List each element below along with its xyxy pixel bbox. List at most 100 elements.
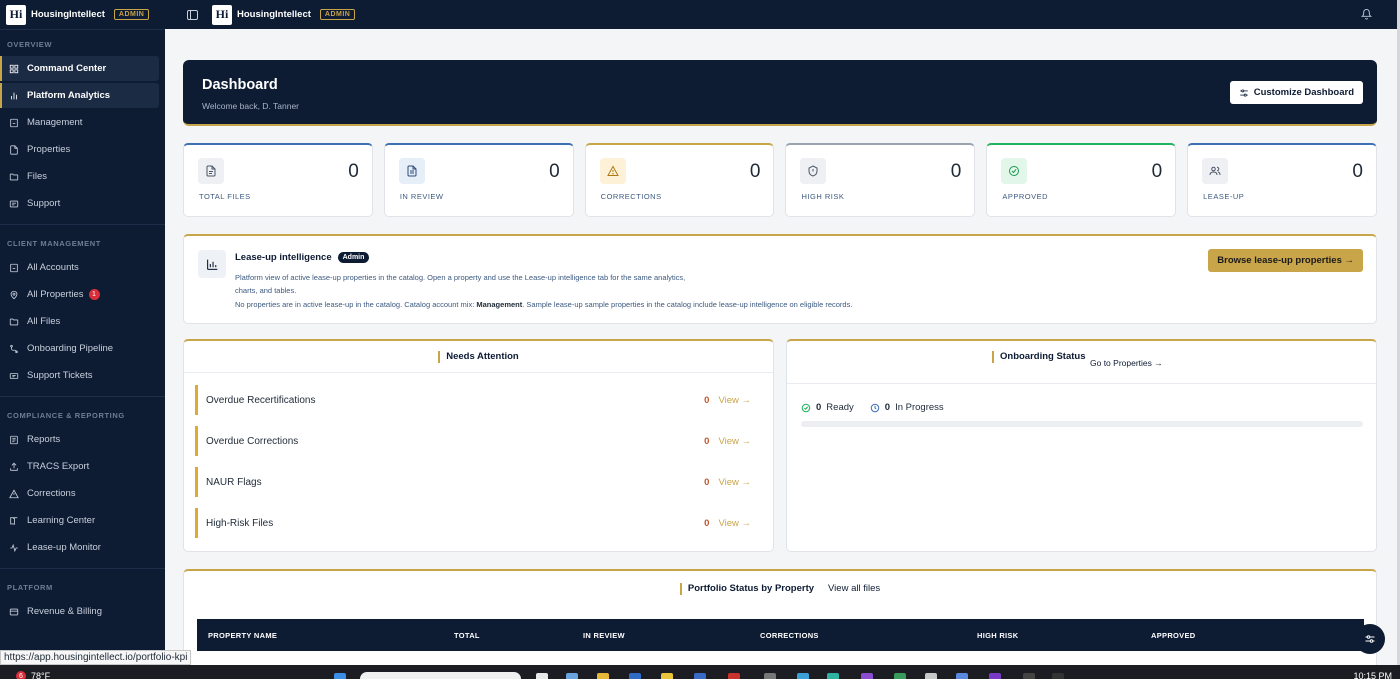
taskbar-clock[interactable]: 10:15 PM	[1353, 671, 1392, 679]
portfolio-status-panel: Portfolio Status by Property View all fi…	[183, 569, 1377, 665]
column-header[interactable]: IN REVIEW	[583, 631, 625, 640]
view-link[interactable]: View →	[718, 518, 751, 529]
page-title: Dashboard	[202, 77, 278, 93]
column-header[interactable]: CORRECTIONS	[760, 631, 819, 640]
topbar-brand[interactable]: Hi HousingIntellect ADMIN	[212, 4, 356, 25]
needs-attention-panel: Needs Attention Overdue Recertifications…	[183, 339, 774, 552]
sidebar-item-label: Learning Center	[27, 515, 96, 526]
view-link[interactable]: View →	[718, 395, 751, 406]
sidebar-section-title: OVERVIEW	[7, 40, 53, 49]
stat-card-lease-up[interactable]: 0 LEASE-UP	[1187, 143, 1377, 217]
sidebar-item-all-files[interactable]: All Files	[0, 309, 159, 334]
brand-name: HousingIntellect	[31, 9, 105, 20]
check-circle-icon	[801, 403, 811, 412]
stat-value: 0	[950, 161, 962, 182]
settings-fab[interactable]	[1355, 624, 1385, 654]
taskbar-search[interactable]	[360, 672, 521, 679]
sidebar-item-label: Platform Analytics	[27, 90, 111, 101]
sidebar-item-tracs-export[interactable]: TRACS Export	[0, 454, 159, 479]
sidebar-brand[interactable]: Hi HousingIntellect ADMIN	[0, 0, 165, 30]
sidebar-divider	[0, 224, 165, 225]
attention-row[interactable]: Overdue Corrections 0 View →	[195, 426, 764, 456]
sidebar-item-revenue-billing[interactable]: Revenue & Billing	[0, 599, 159, 624]
go-to-properties-link[interactable]: Go to Properties →	[1090, 358, 1163, 368]
attention-count: 0	[704, 435, 710, 447]
sidebar-toggle-icon[interactable]	[187, 9, 198, 20]
document-icon	[10, 144, 18, 155]
view-link[interactable]: View →	[718, 436, 751, 447]
sidebar-item-corrections[interactable]: Corrections	[0, 481, 159, 506]
app-icon[interactable]	[1052, 673, 1064, 679]
app-icon[interactable]	[797, 673, 809, 679]
sidebar-section-title: COMPLIANCE & REPORTING	[7, 411, 125, 420]
sidebar-item-learning-center[interactable]: Learning Center	[0, 508, 159, 533]
stat-card-total-files[interactable]: 0 TOTAL FILES	[183, 143, 373, 217]
ready-label: Ready	[826, 402, 854, 413]
attention-row[interactable]: Overdue Recertifications 0 View →	[195, 385, 764, 415]
sidebar-item-lease-up-monitor[interactable]: Lease-up Monitor	[0, 535, 159, 560]
sidebar-item-all-accounts[interactable]: All Accounts	[0, 255, 159, 280]
app-icon[interactable]	[989, 673, 1001, 679]
book-icon	[10, 516, 18, 525]
stat-card-approved[interactable]: 0 APPROVED	[986, 143, 1177, 217]
role-badge: ADMIN	[113, 9, 150, 20]
stat-card-corrections[interactable]: 0 CORRECTIONS	[584, 143, 775, 217]
app-icon[interactable]	[536, 673, 548, 679]
folder-icon[interactable]	[597, 673, 609, 679]
app-icon[interactable]	[925, 673, 937, 679]
sidebar-item-support[interactable]: Support	[0, 191, 159, 216]
stat-card-in-review[interactable]: 0 IN REVIEW	[383, 143, 574, 217]
sidebar-item-label: Files	[27, 171, 48, 182]
app-icon[interactable]	[661, 673, 673, 679]
users-icon	[1202, 158, 1229, 184]
app-icon[interactable]	[1023, 673, 1035, 679]
app-icon[interactable]	[629, 673, 641, 679]
app-icon[interactable]	[764, 673, 776, 679]
weather-widget[interactable]: 6 78°F	[16, 671, 50, 679]
sidebar-item-reports[interactable]: Reports	[0, 427, 159, 452]
sidebar-item-label: TRACS Export	[27, 461, 90, 472]
sidebar-item-platform-analytics[interactable]: Platform Analytics	[0, 83, 159, 108]
warning-icon	[9, 488, 19, 498]
view-link[interactable]: View →	[718, 477, 751, 488]
attention-row[interactable]: NAUR Flags 0 View →	[195, 467, 764, 497]
panel-title: Needs Attention	[446, 351, 519, 362]
stat-label: TOTAL FILES	[199, 192, 251, 201]
sidebar-item-management[interactable]: Management	[0, 110, 159, 135]
app-icon[interactable]	[894, 673, 906, 679]
app-icon[interactable]	[566, 673, 578, 679]
column-header[interactable]: HIGH RISK	[977, 631, 1018, 640]
sidebar-item-label: All Files	[27, 316, 61, 327]
view-all-files-link[interactable]: View all files	[828, 583, 880, 594]
sidebar-item-label: Lease-up Monitor	[27, 542, 101, 553]
start-icon[interactable]	[334, 673, 346, 679]
app-icon[interactable]	[827, 673, 839, 679]
sidebar-item-command-center[interactable]: Command Center	[0, 56, 159, 81]
attention-label: High-Risk Files	[206, 517, 274, 529]
app-icon[interactable]	[728, 673, 740, 679]
customize-dashboard-button[interactable]: Customize Dashboard	[1229, 81, 1363, 104]
sidebar-item-files[interactable]: Files	[0, 164, 159, 189]
sidebar-item-support-tickets[interactable]: Support Tickets	[0, 363, 159, 388]
sidebar-item-all-properties[interactable]: All Properties 1	[0, 282, 159, 307]
column-header[interactable]: TOTAL	[454, 631, 480, 640]
column-header[interactable]: PROPERTY NAME	[208, 631, 277, 640]
column-header[interactable]: APPROVED	[1151, 631, 1196, 640]
attention-values: 0 View →	[704, 436, 751, 447]
stat-card-high-risk[interactable]: 0 HIGH RISK	[785, 143, 976, 217]
bell-icon[interactable]	[1361, 8, 1372, 20]
attention-row[interactable]: High-Risk Files 0 View →	[195, 508, 764, 538]
sidebar-item-onboarding-pipeline[interactable]: Onboarding Pipeline	[0, 336, 159, 361]
app-icon[interactable]	[956, 673, 968, 679]
sidebar-item-label: Reports	[27, 434, 61, 445]
sidebar-item-properties[interactable]: Properties	[0, 137, 159, 162]
lease-up-title: Lease-up intelligence Admin	[235, 252, 370, 263]
browse-lease-up-button[interactable]: Browse lease-up properties →	[1208, 249, 1363, 272]
account-mix: Management	[476, 300, 523, 309]
stat-label: LEASE-UP	[1203, 192, 1245, 201]
stat-label: HIGH RISK	[801, 192, 845, 201]
app-icon[interactable]	[694, 673, 706, 679]
dashboard-header: Dashboard Welcome back, D. Tanner Custom…	[183, 60, 1377, 126]
sidebar-item-label: All Properties	[27, 289, 84, 300]
app-icon[interactable]	[861, 673, 873, 679]
